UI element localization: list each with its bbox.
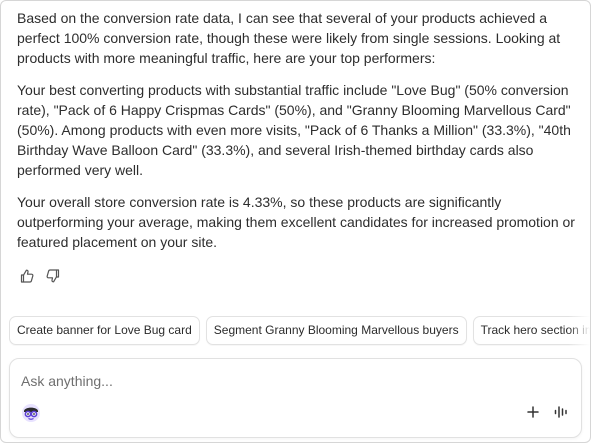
assistant-avatar-button[interactable] <box>21 403 41 423</box>
suggestion-chips: Create banner for Love Bug card Segment … <box>9 316 590 346</box>
message-paragraph-1: Based on the conversion rate data, I can… <box>17 10 561 66</box>
ask-input[interactable] <box>21 370 561 392</box>
feedback-bar <box>19 268 61 284</box>
message-paragraph-2: Your best converting products with subst… <box>17 82 571 178</box>
thumbs-up-button[interactable] <box>19 268 35 284</box>
suggestion-chip[interactable]: Create banner for Love Bug card <box>9 316 200 345</box>
assistant-message: Based on the conversion rate data, I can… <box>17 8 577 264</box>
composer <box>9 358 582 438</box>
suggestion-chip[interactable]: Track hero section impressions <box>472 316 590 345</box>
voice-input-button[interactable] <box>553 404 569 420</box>
assistant-avatar-icon <box>22 404 40 422</box>
add-attachment-button[interactable] <box>526 405 540 419</box>
thumbs-up-icon <box>20 269 34 283</box>
thumbs-down-button[interactable] <box>45 268 61 284</box>
message-paragraph-3: Your overall store conversion rate is 4.… <box>17 194 575 250</box>
suggestion-chip[interactable]: Segment Granny Blooming Marvellous buyer… <box>205 316 467 345</box>
thumbs-down-icon <box>46 269 60 283</box>
plus-icon <box>527 406 539 418</box>
voice-waveform-icon <box>554 406 567 418</box>
chat-window: Based on the conversion rate data, I can… <box>0 0 591 443</box>
